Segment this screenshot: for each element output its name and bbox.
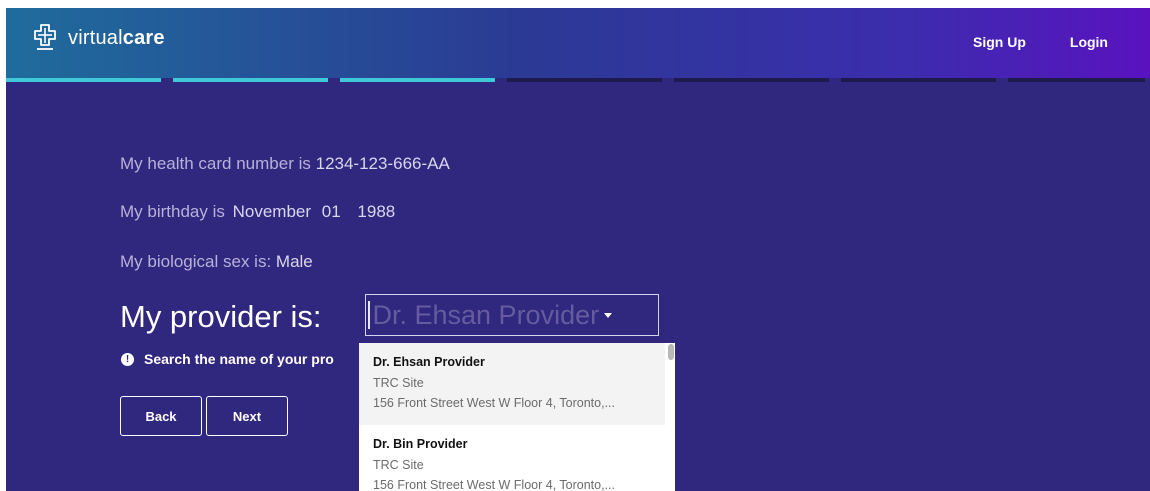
logo[interactable]: virtualcare — [34, 24, 165, 52]
option-site: TRC Site — [373, 376, 424, 390]
progress-step — [1008, 78, 1145, 82]
birthday-line: My birthday is November 01 1988 — [120, 202, 395, 222]
exclamation-circle-icon: ! — [121, 352, 134, 366]
birthday-label: My birthday is — [120, 202, 225, 221]
sex-value[interactable]: Male — [276, 252, 313, 271]
logo-prefix: virtual — [68, 26, 123, 49]
health-card-line: My health card number is 1234-123-666-AA — [120, 154, 450, 174]
option-address: 156 Front Street West W Floor 4, Toronto… — [373, 478, 615, 491]
next-button[interactable]: Next — [206, 396, 288, 436]
option-address: 156 Front Street West W Floor 4, Toronto… — [373, 396, 615, 410]
progress-step — [674, 78, 829, 82]
logo-suffix: care — [122, 26, 165, 49]
sign-up-link[interactable]: Sign Up — [973, 34, 1026, 50]
progress-bar — [6, 78, 1150, 82]
provider-hint-text: Search the name of your pro — [144, 351, 334, 367]
provider-hint: ! Search the name of your pro — [121, 351, 334, 367]
sex-label: My biological sex is: — [120, 252, 272, 271]
provider-input-value: Dr. Ehsan Provider — [372, 299, 600, 330]
birthday-month[interactable]: November — [233, 202, 311, 221]
sex-line: My biological sex is: Male — [120, 252, 313, 272]
option-name: Dr. Ehsan Provider — [373, 355, 485, 369]
health-card-value[interactable]: 1234-123-666-AA — [316, 154, 450, 173]
progress-step — [6, 78, 161, 82]
health-card-label: My health card number is — [120, 154, 311, 173]
header-nav: Sign Up Login — [973, 34, 1150, 50]
provider-search-input[interactable]: Dr. Ehsan Provider — [365, 294, 659, 336]
dropdown-option[interactable]: Dr. Ehsan Provider TRC Site 156 Front St… — [359, 343, 665, 425]
progress-step — [841, 78, 996, 82]
app-frame: virtualcare Sign Up Login My health card… — [6, 8, 1150, 491]
progress-step — [340, 78, 495, 82]
dropdown-option[interactable]: Dr. Bin Provider TRC Site 156 Front Stre… — [359, 425, 665, 491]
medical-cross-icon — [34, 24, 56, 52]
progress-step — [507, 78, 662, 82]
dropdown-scrollbar[interactable] — [668, 344, 674, 360]
back-button[interactable]: Back — [120, 396, 202, 436]
chevron-down-icon[interactable] — [604, 312, 613, 318]
birthday-day[interactable]: 01 — [322, 202, 341, 221]
text-caret — [368, 301, 370, 329]
top-navigation-bar: virtualcare Sign Up Login — [6, 8, 1150, 78]
logo-text: virtualcare — [68, 27, 165, 50]
option-name: Dr. Bin Provider — [373, 437, 468, 451]
login-link[interactable]: Login — [1070, 34, 1108, 50]
option-site: TRC Site — [373, 458, 424, 472]
provider-label: My provider is: — [120, 299, 322, 334]
provider-dropdown: Dr. Ehsan Provider TRC Site 156 Front St… — [359, 343, 675, 491]
progress-step — [173, 78, 328, 82]
birthday-year[interactable]: 1988 — [357, 202, 395, 221]
